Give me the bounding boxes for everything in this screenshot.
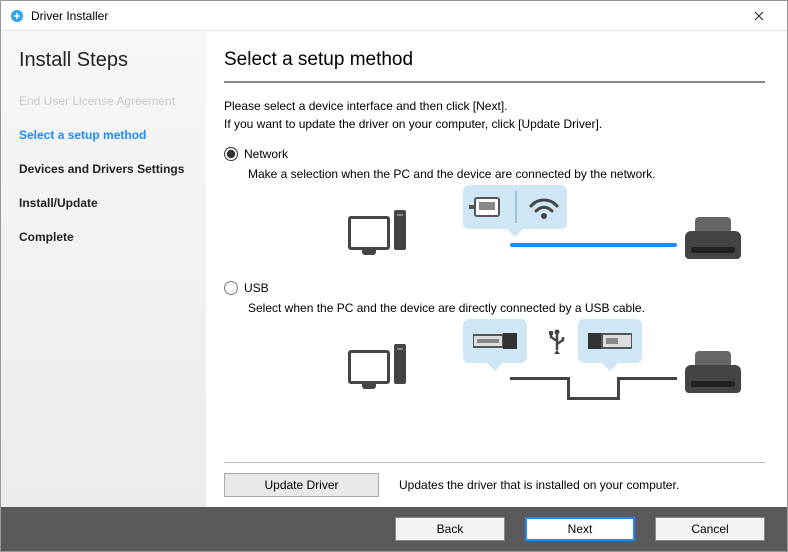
usb-a-plug-icon <box>473 331 517 351</box>
content: Select a setup method Please select a de… <box>206 31 787 507</box>
option-network: Network Make a selection when the PC and… <box>224 147 765 275</box>
wifi-icon <box>527 192 561 222</box>
option-usb-label: USB <box>244 281 269 295</box>
sidebar: Install Steps End User License Agreement… <box>1 31 206 507</box>
back-button[interactable]: Back <box>395 517 505 541</box>
titlebar: Driver Installer <box>1 1 787 31</box>
option-network-desc: Make a selection when the PC and the dev… <box>248 167 765 181</box>
step-install-update: Install/Update <box>19 196 194 210</box>
printer-icon <box>685 215 741 259</box>
page-heading: Select a setup method <box>224 49 765 83</box>
usb-a-bubble <box>463 319 527 363</box>
radio-usb[interactable] <box>224 281 238 295</box>
cancel-button[interactable]: Cancel <box>655 517 765 541</box>
next-button[interactable]: Next <box>525 517 635 541</box>
option-usb: USB Select when the PC and the device ar… <box>224 281 765 409</box>
sidebar-heading: Install Steps <box>19 49 194 72</box>
update-row: Update Driver Updates the driver that is… <box>224 462 765 497</box>
network-bubble <box>463 185 567 229</box>
diagram-usb <box>248 319 765 409</box>
window-title: Driver Installer <box>31 9 739 23</box>
network-cable-icon <box>510 243 677 247</box>
app-icon <box>9 8 25 24</box>
pc-icon-2 <box>348 344 406 384</box>
ethernet-plug-icon <box>469 192 505 222</box>
intro-line-2: If you want to update the driver on your… <box>224 115 765 133</box>
step-complete: Complete <box>19 230 194 244</box>
radio-network[interactable] <box>224 147 238 161</box>
usb-symbol-icon <box>546 329 568 355</box>
option-usb-head[interactable]: USB <box>224 281 765 295</box>
usb-b-bubble <box>578 319 642 363</box>
footer: Back Next Cancel <box>1 507 787 551</box>
diagram-network <box>248 185 765 275</box>
option-network-label: Network <box>244 147 288 161</box>
intro-line-1: Please select a device interface and the… <box>224 97 765 115</box>
close-icon <box>754 11 764 21</box>
update-driver-button[interactable]: Update Driver <box>224 473 379 497</box>
update-driver-desc: Updates the driver that is installed on … <box>399 478 679 492</box>
step-eula: End User License Agreement <box>19 94 194 108</box>
usb-b-plug-icon <box>588 331 632 351</box>
pc-icon <box>348 210 406 250</box>
usb-cable-icon <box>510 377 677 401</box>
option-network-head[interactable]: Network <box>224 147 765 161</box>
step-setup-method: Select a setup method <box>19 128 194 142</box>
option-usb-desc: Select when the PC and the device are di… <box>248 301 765 315</box>
printer-icon-2 <box>685 349 741 393</box>
intro-text: Please select a device interface and the… <box>224 97 765 133</box>
close-button[interactable] <box>739 2 779 30</box>
step-devices-drivers: Devices and Drivers Settings <box>19 162 194 176</box>
